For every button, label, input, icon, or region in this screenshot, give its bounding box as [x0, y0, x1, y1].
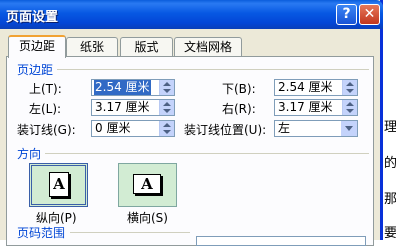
background-text: 那: [384, 192, 396, 207]
pages-divider: [70, 232, 190, 233]
spin-up-icon[interactable]: [163, 123, 171, 127]
title-bar[interactable]: 页面设置 ? ✕: [0, 0, 383, 29]
bottom-margin-label: 下(B):: [222, 82, 256, 96]
spin-up-icon[interactable]: [163, 82, 171, 86]
bottom-margin-field[interactable]: 2.54 厘米: [274, 79, 358, 96]
margins-section-label: 页边距: [17, 63, 54, 77]
right-margin-label: 右(R):: [222, 102, 256, 116]
spin-down-icon[interactable]: [163, 130, 171, 134]
right-margin-value: 3.17 厘米: [278, 100, 333, 114]
spin-down-icon[interactable]: [163, 89, 171, 93]
spin-up-icon[interactable]: [346, 82, 354, 86]
portrait-icon-letter: A: [53, 175, 65, 193]
orientation-section-label: 方向: [17, 147, 42, 161]
page-setup-dialog: 页面设置 ? ✕ 页边距 纸张 版式 文档网格 页边距 上(T): 2.54 厘…: [0, 0, 383, 246]
portrait-page-icon: A: [49, 172, 69, 197]
background-text: 理: [384, 120, 396, 135]
close-button[interactable]: ✕: [359, 4, 380, 25]
portrait-option[interactable]: A: [29, 163, 88, 207]
close-icon: ✕: [363, 6, 376, 22]
gutter-position-label: 装订线位置(U):: [184, 123, 267, 137]
top-margin-spinner[interactable]: [159, 80, 174, 95]
left-margin-label: 左(L):: [29, 102, 62, 116]
left-margin-spinner[interactable]: [159, 100, 174, 115]
bottom-margin-value: 2.54 厘米: [278, 80, 333, 94]
spin-down-icon[interactable]: [163, 109, 171, 113]
gutter-label: 装订线(G):: [17, 123, 76, 137]
right-margin-field[interactable]: 3.17 厘米: [274, 99, 358, 116]
chevron-down-icon: [345, 126, 353, 131]
top-margin-field[interactable]: 2.54 厘米: [91, 79, 175, 96]
background-text: 要: [384, 226, 396, 241]
bottom-margin-spinner[interactable]: [342, 80, 357, 95]
spin-up-icon[interactable]: [346, 102, 354, 106]
gutter-value: 0 厘米: [95, 121, 131, 135]
gutter-field[interactable]: 0 厘米: [91, 120, 175, 137]
spin-down-icon[interactable]: [346, 109, 354, 113]
top-margin-label: 上(T):: [29, 82, 62, 96]
tab-document-grid[interactable]: 文档网格: [174, 37, 242, 56]
top-margin-value: 2.54 厘米: [94, 80, 151, 95]
help-button[interactable]: ?: [336, 4, 357, 25]
left-margin-field[interactable]: 3.17 厘米: [91, 99, 175, 116]
gutter-position-select[interactable]: 左: [274, 120, 358, 137]
orientation-divider: [45, 153, 369, 154]
landscape-page-icon: A: [133, 174, 161, 194]
right-margin-spinner[interactable]: [342, 100, 357, 115]
gutter-spinner[interactable]: [159, 121, 174, 136]
tab-layout[interactable]: 版式: [120, 37, 173, 56]
spin-up-icon[interactable]: [163, 102, 171, 106]
pages-section-label: 页码范围: [17, 226, 66, 240]
tab-paper[interactable]: 纸张: [66, 37, 118, 56]
dialog-title: 页面设置: [6, 10, 59, 25]
left-margin-value: 3.17 厘米: [95, 100, 150, 114]
tab-margins[interactable]: 页边距: [8, 35, 66, 58]
multiple-pages-select[interactable]: [196, 236, 366, 246]
gutter-position-value: 左: [278, 121, 291, 135]
landscape-label[interactable]: 横向(S): [127, 209, 168, 226]
landscape-icon-letter: A: [141, 175, 153, 193]
landscape-option[interactable]: A: [118, 163, 177, 207]
margins-divider: [57, 69, 369, 70]
spin-down-icon[interactable]: [346, 89, 354, 93]
background-text: 的: [384, 156, 396, 171]
gutter-position-dropdown[interactable]: [341, 121, 357, 136]
help-icon: ?: [342, 6, 351, 22]
